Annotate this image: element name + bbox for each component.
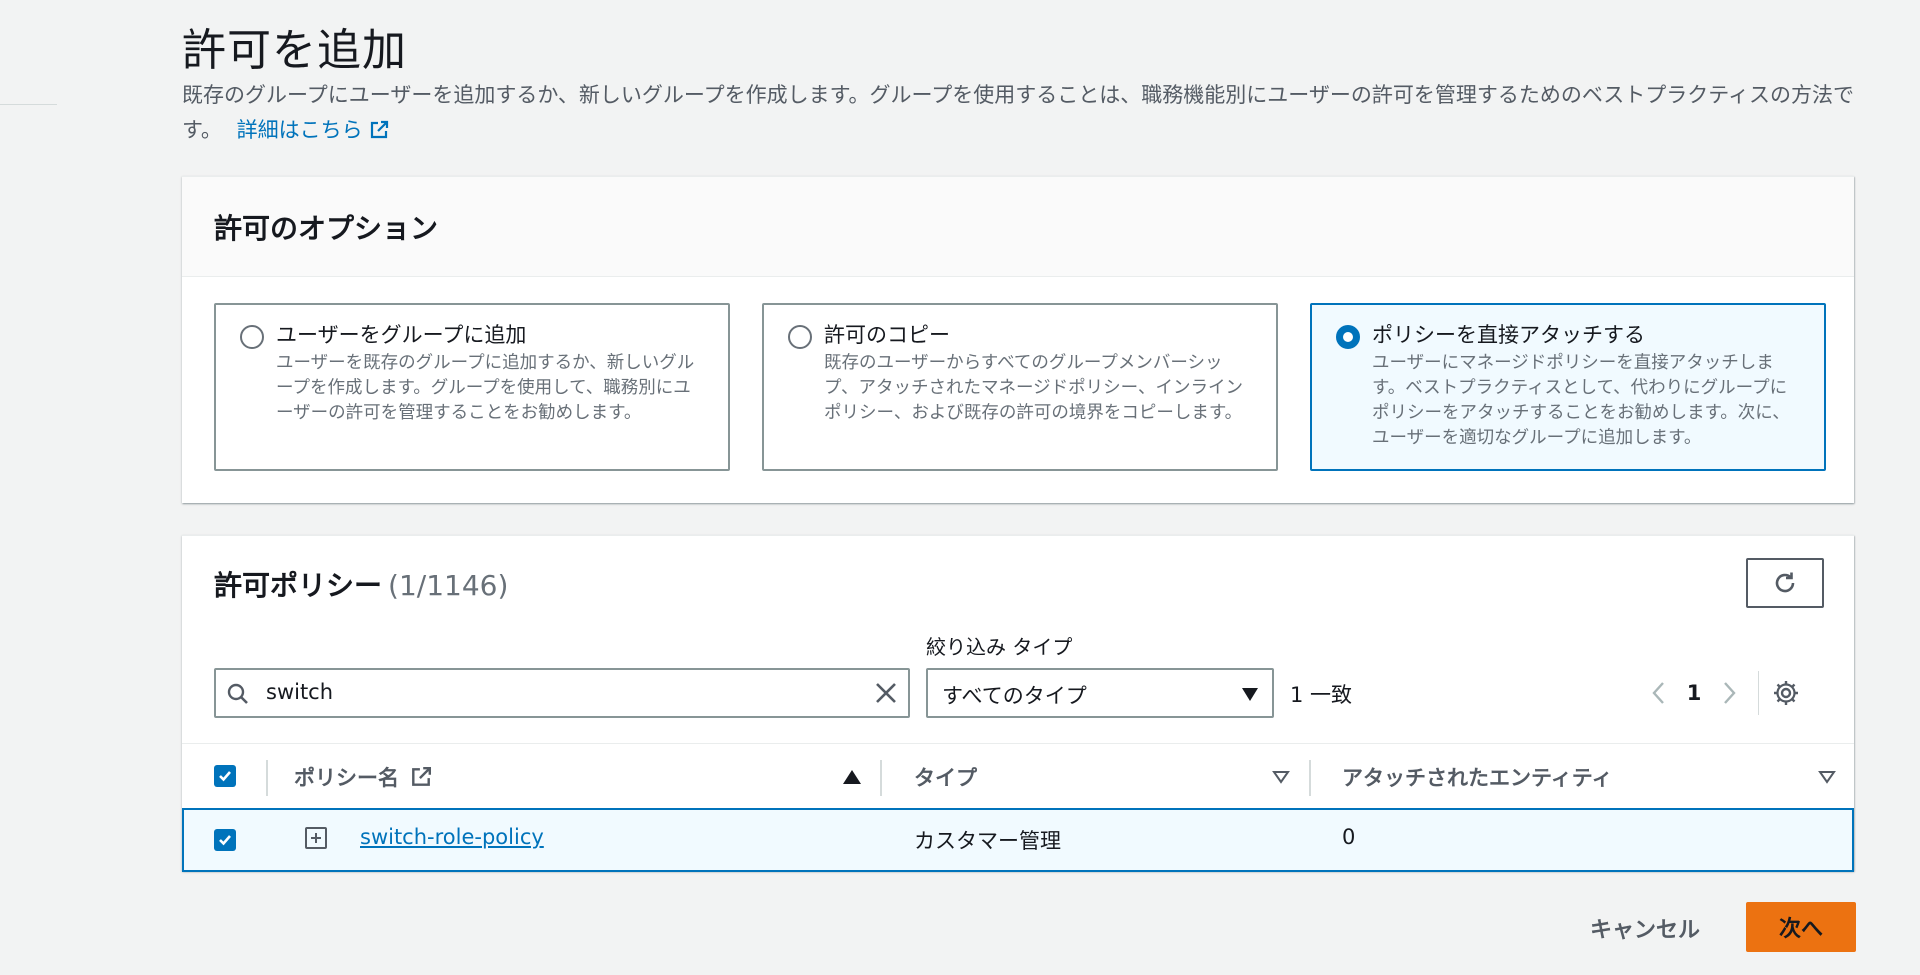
- expand-icon[interactable]: [305, 827, 327, 849]
- column-separator: [880, 760, 882, 796]
- chevron-left-icon[interactable]: [1642, 676, 1676, 710]
- search-icon: [227, 683, 248, 704]
- table-row[interactable]: switch-role-policy カスタマー管理 0: [182, 808, 1854, 872]
- option-description: ユーザーを既存のグループに追加するか、新しいグループを作成します。グループを使用…: [276, 353, 695, 423]
- chevron-right-icon[interactable]: [1712, 676, 1746, 710]
- gear-icon[interactable]: [1769, 676, 1803, 710]
- sort-icon[interactable]: [1272, 770, 1290, 784]
- cancel-button[interactable]: キャンセル: [1590, 912, 1700, 944]
- radio-copy-permissions[interactable]: [788, 325, 812, 349]
- refresh-button[interactable]: [1746, 558, 1824, 608]
- pagination: 1: [1642, 670, 1803, 716]
- column-separator: [1309, 760, 1311, 796]
- page-title: 許可を追加: [182, 25, 407, 76]
- option-copy-permissions[interactable]: 許可のコピー 既存のユーザーからすべてのグループメンバーシップ、アタッチされたマ…: [762, 303, 1278, 471]
- filter-type-label: 絞り込み タイプ: [926, 635, 1073, 659]
- permission-options-header: 許可のオプション: [182, 177, 1854, 277]
- option-title: 許可のコピー: [824, 323, 950, 347]
- learn-more-link[interactable]: 詳細はこちら: [237, 118, 389, 142]
- policy-type: カスタマー管理: [914, 829, 1061, 853]
- caret-down-icon: [1242, 688, 1258, 701]
- column-separator: [266, 760, 268, 796]
- policies-header: 許可ポリシー (1/1146): [214, 564, 508, 604]
- policies-table: ポリシー名 タイプ アタッチされたエンティティ switch-role-poli…: [182, 743, 1854, 872]
- clear-icon[interactable]: [874, 681, 898, 705]
- external-link-icon: [412, 766, 432, 786]
- option-description: 既存のユーザーからすべてのグループメンバーシップ、アタッチされたマネージドポリシ…: [824, 353, 1243, 423]
- permission-options-panel: 許可のオプション ユーザーをグループに追加 ユーザーを既存のグループに追加するか…: [182, 176, 1854, 503]
- sort-ascending-icon[interactable]: [843, 770, 861, 784]
- side-nav-divider: [0, 104, 57, 105]
- search-value: switch: [266, 680, 334, 704]
- column-header-type[interactable]: タイプ: [914, 762, 977, 792]
- policies-title: 許可ポリシー: [214, 569, 383, 602]
- option-title: ポリシーを直接アタッチする: [1372, 323, 1645, 347]
- external-link-icon: [370, 120, 388, 139]
- row-checkbox[interactable]: [214, 829, 236, 851]
- sort-icon[interactable]: [1818, 770, 1836, 784]
- select-all-checkbox[interactable]: [214, 765, 236, 787]
- current-page-number[interactable]: 1: [1676, 681, 1712, 705]
- page-description: 既存のグループにユーザーを追加するか、新しいグループを作成します。グループを使用…: [182, 78, 1862, 148]
- attached-entities-count: 0: [1342, 825, 1356, 849]
- column-header-attached-entities[interactable]: アタッチされたエンティティ: [1342, 762, 1612, 792]
- policies-count: (1/1146): [388, 569, 509, 602]
- option-title: ユーザーをグループに追加: [276, 323, 527, 347]
- page-description-text: 既存のグループにユーザーを追加するか、新しいグループを作成します。グループを使用…: [182, 83, 1855, 142]
- type-filter-value: すべてのタイプ: [942, 684, 1087, 708]
- next-button[interactable]: 次へ: [1746, 902, 1856, 952]
- option-attach-policies[interactable]: ポリシーを直接アタッチする ユーザーにマネージドポリシーを直接アタッチします。ベ…: [1310, 303, 1826, 471]
- pager-divider: [1758, 671, 1759, 715]
- policy-name-link[interactable]: switch-role-policy: [360, 825, 544, 849]
- radio-add-to-group[interactable]: [240, 325, 264, 349]
- column-label: ポリシー名: [294, 766, 399, 790]
- option-add-to-group[interactable]: ユーザーをグループに追加 ユーザーを既存のグループに追加するか、新しいグループを…: [214, 303, 730, 471]
- permission-option-tiles: ユーザーをグループに追加 ユーザーを既存のグループに追加するか、新しいグループを…: [214, 303, 1826, 471]
- policy-search-input[interactable]: switch: [214, 668, 910, 718]
- type-filter-select[interactable]: すべてのタイプ: [926, 668, 1274, 718]
- table-header: ポリシー名 タイプ アタッチされたエンティティ: [182, 743, 1854, 809]
- radio-attach-policies[interactable]: [1336, 325, 1360, 349]
- permission-policies-panel: 許可ポリシー (1/1146) 絞り込み タイプ switch すべてのタイプ 1…: [182, 535, 1854, 872]
- option-description: ユーザーにマネージドポリシーを直接アタッチします。ベストプラクティスとして、代わ…: [1372, 353, 1790, 448]
- match-count: 1 一致: [1290, 683, 1353, 707]
- learn-more-label: 詳細はこちら: [236, 118, 363, 142]
- column-header-policy-name[interactable]: ポリシー名: [294, 762, 432, 792]
- refresh-icon: [1775, 572, 1795, 593]
